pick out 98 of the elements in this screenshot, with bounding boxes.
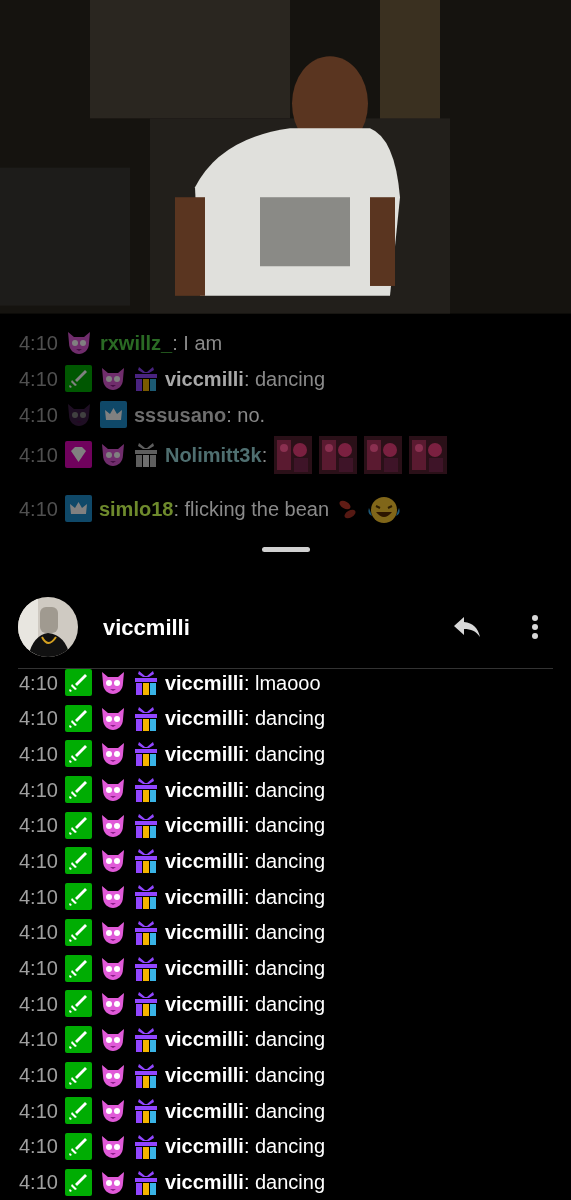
sword-badge-icon	[64, 669, 92, 697]
sword-badge-icon	[64, 954, 92, 982]
gift-badge-icon	[133, 954, 158, 982]
sword-badge-icon	[64, 1025, 92, 1053]
timestamp: 4:10	[19, 741, 58, 767]
gift-badge-icon	[133, 740, 158, 768]
profile-username: viccmilli	[103, 613, 191, 642]
gift-badge-icon	[133, 365, 158, 393]
sword-badge-icon	[64, 1061, 92, 1089]
message-text: : dancing	[243, 706, 326, 732]
gift-badge-icon	[133, 1097, 158, 1125]
message-text: : dancing	[243, 366, 326, 392]
message-text: : flicking the bean	[173, 496, 330, 522]
timestamp: 4:10	[19, 991, 58, 1017]
sword-badge-icon	[64, 918, 92, 946]
gift-badge-icon	[133, 776, 158, 804]
username[interactable]: viccmilli	[164, 881, 244, 912]
username[interactable]: viccmilli	[164, 363, 244, 394]
more-icon[interactable]	[531, 614, 539, 641]
diamond-badge-icon	[64, 441, 92, 469]
sword-badge-icon	[64, 990, 92, 1018]
gift-badge-icon	[133, 883, 158, 911]
timestamp: 4:10	[19, 1027, 58, 1053]
sword-badge-icon	[64, 847, 92, 875]
timestamp: 4:10	[19, 706, 58, 732]
sword-badge-icon	[64, 1097, 92, 1125]
sword-badge-icon	[64, 883, 92, 911]
sword-badge-icon	[64, 1168, 92, 1196]
gift-badge-icon	[133, 811, 158, 839]
gift-badge-icon	[133, 847, 158, 875]
username[interactable]: simlo18	[98, 493, 174, 524]
sword-badge-icon	[64, 740, 92, 768]
message-text: : dancing	[243, 1098, 326, 1124]
username[interactable]: sssusano	[133, 399, 227, 430]
message-text: : I am	[172, 330, 223, 356]
timestamp: 4:10	[19, 1170, 58, 1196]
username[interactable]: viccmilli	[164, 774, 244, 805]
gift-badge-icon	[133, 1132, 158, 1160]
gift-badge-icon	[133, 669, 158, 697]
message-text: : dancing	[243, 956, 326, 982]
username[interactable]: viccmilli	[164, 845, 244, 876]
timestamp: 4:10	[19, 956, 58, 982]
gift-badge-icon	[133, 441, 158, 469]
timestamp: 4:10	[19, 330, 58, 356]
timestamp: 4:10	[19, 884, 58, 910]
message-text: : dancing	[243, 1027, 326, 1053]
message-text: : dancing	[243, 1063, 326, 1089]
username[interactable]: viccmilli	[164, 703, 244, 734]
sword-badge-icon	[64, 811, 92, 839]
timestamp: 4:10	[19, 920, 58, 946]
timestamp: 4:10	[19, 366, 58, 392]
timestamp: 4:10	[19, 848, 58, 874]
message-text: : no.	[226, 402, 266, 428]
gift-badge-icon	[133, 1061, 158, 1089]
username[interactable]: viccmilli	[164, 1131, 244, 1162]
timestamp: 4:10	[19, 1134, 58, 1160]
gift-badge-icon	[133, 990, 158, 1018]
timestamp: 4:10	[19, 1063, 58, 1089]
username[interactable]: viccmilli	[164, 1095, 244, 1126]
message-text: : dancing	[243, 848, 326, 874]
username[interactable]: viccmilli	[164, 1024, 244, 1055]
username[interactable]: viccmilli	[164, 667, 244, 698]
crown-badge-icon	[64, 495, 92, 523]
drag-handle[interactable]	[261, 546, 310, 552]
username[interactable]: viccmilli	[164, 1060, 244, 1091]
message-text: : dancing	[243, 884, 326, 910]
username[interactable]: viccmilli	[164, 738, 244, 769]
gift-badge-icon	[133, 704, 158, 732]
gift-badge-icon	[133, 1168, 158, 1196]
timestamp: 4:10	[19, 442, 58, 468]
sword-badge-icon	[64, 704, 92, 732]
username[interactable]: Nolimitt3k	[164, 439, 262, 470]
timestamp: 4:10	[19, 402, 58, 428]
sword-badge-icon	[64, 1132, 92, 1160]
message-text: : dancing	[243, 1170, 326, 1196]
message-text: : dancing	[243, 991, 326, 1017]
username[interactable]: viccmilli	[164, 953, 244, 984]
message-text: : dancing	[243, 1134, 326, 1160]
sword-badge-icon	[64, 365, 92, 393]
timestamp: 4:10	[19, 777, 58, 803]
crown-badge-icon	[99, 401, 127, 429]
timestamp: 4:10	[19, 670, 58, 696]
username[interactable]: viccmilli	[164, 917, 244, 948]
timestamp: 4:10	[19, 1098, 58, 1124]
sword-badge-icon	[64, 776, 92, 804]
gift-badge-icon	[133, 918, 158, 946]
message-text: : dancing	[243, 813, 326, 839]
message-text: : dancing	[243, 777, 326, 803]
message-text: : dancing	[243, 741, 326, 767]
message-text: : lmaooo	[243, 670, 321, 696]
gift-badge-icon	[133, 1025, 158, 1053]
message-text: :	[261, 442, 268, 468]
username[interactable]: viccmilli	[164, 988, 244, 1019]
message-text: : dancing	[243, 920, 326, 946]
username[interactable]: viccmilli	[164, 810, 244, 841]
username[interactable]: viccmilli	[164, 1167, 244, 1198]
timestamp: 4:10	[19, 496, 58, 522]
timestamp: 4:10	[19, 813, 58, 839]
